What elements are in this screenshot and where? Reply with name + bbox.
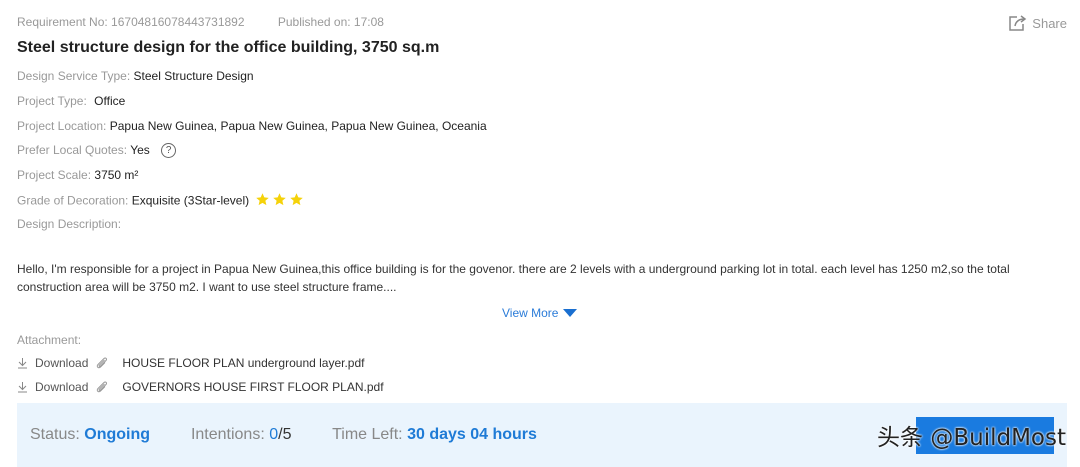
requirement-number: Requirement No: 16704816078443731892	[17, 15, 245, 29]
download-link[interactable]: Download	[35, 380, 88, 394]
star-rating	[255, 192, 306, 211]
field-label: Grade of Decoration:	[17, 193, 129, 208]
status-summary: Status: Ongoing Intentions: 0/5 Time Lef…	[30, 426, 537, 444]
download-icon[interactable]	[17, 357, 28, 369]
paperclip-icon	[97, 381, 108, 393]
field-grade-of-decoration: Grade of Decoration: Exquisite (3Star-le…	[17, 192, 306, 211]
field-value: Yes	[130, 143, 150, 157]
field-project-scale: Project Scale: 3750 m²	[17, 167, 138, 183]
status-value: Ongoing	[84, 426, 151, 443]
field-label: Design Service Type:	[17, 69, 131, 83]
description-text: Hello, I'm responsible for a project in …	[17, 262, 1010, 294]
published-time: Published on: 17:08	[277, 15, 384, 29]
time-left-label: Time Left:	[332, 426, 403, 443]
intentions-current: 0	[269, 426, 279, 443]
attachment-item: Download GOVERNORS HOUSE FIRST FLOOR PLA…	[17, 380, 384, 394]
status-label: Status:	[30, 426, 80, 443]
share-label: Share	[1032, 15, 1067, 31]
field-value: Office	[94, 94, 126, 108]
view-more-button[interactable]: View More	[502, 306, 578, 320]
attachment-file-name[interactable]: HOUSE FLOOR PLAN underground layer.pdf	[122, 356, 364, 370]
share-icon	[1009, 15, 1027, 31]
field-label: Design Description:	[17, 217, 122, 231]
field-design-service-type: Design Service Type: Steel Structure Des…	[17, 68, 254, 84]
star-icon	[273, 193, 287, 206]
header-meta: Requirement No: 16704816078443731892 Pub…	[17, 15, 384, 29]
field-design-description: Design Description:	[17, 216, 121, 232]
help-icon[interactable]: ?	[161, 143, 177, 159]
download-link[interactable]: Download	[35, 356, 88, 370]
field-label: Project Location:	[17, 119, 107, 133]
intentions-total: /5	[278, 426, 292, 443]
watermark: 头条 @BuildMost	[877, 425, 1066, 451]
attachment-item: Download HOUSE FLOOR PLAN underground la…	[17, 356, 365, 370]
page-title: Steel structure design for the office bu…	[17, 39, 440, 56]
star-icon	[290, 193, 304, 206]
field-project-type: Project Type: Office	[17, 93, 125, 109]
field-project-location: Project Location: Papua New Guinea, Papu…	[17, 118, 487, 134]
intentions-label: Intentions:	[190, 426, 265, 443]
attachment-label: Attachment:	[17, 333, 82, 347]
paperclip-icon	[97, 357, 108, 369]
field-label: Project Scale:	[17, 168, 92, 182]
view-more-label: View More	[502, 306, 559, 320]
attachment-file-name[interactable]: GOVERNORS HOUSE FIRST FLOOR PLAN.pdf	[122, 380, 383, 394]
time-left-value: 30 days 04 hours	[407, 426, 537, 443]
field-label: Prefer Local Quotes:	[17, 143, 128, 157]
field-value: Papua New Guinea, Papua New Guinea, Papu…	[109, 119, 487, 133]
field-label: Project Type:	[17, 94, 87, 108]
field-value: Steel Structure Design	[133, 69, 254, 83]
caret-down-icon	[563, 309, 578, 317]
field-value: Exquisite (3Star-level)	[131, 193, 250, 208]
star-icon	[256, 193, 270, 206]
download-icon[interactable]	[17, 381, 28, 393]
share-button[interactable]: Share	[1008, 14, 1067, 32]
field-value: 3750 m²	[94, 168, 139, 182]
field-prefer-local-quotes: Prefer Local Quotes: Yes ?	[17, 142, 177, 159]
